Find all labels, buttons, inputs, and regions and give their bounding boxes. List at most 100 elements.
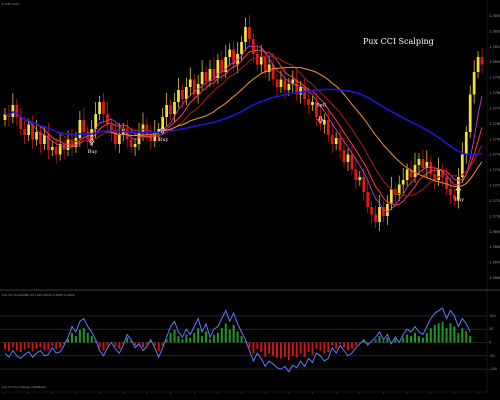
buy-signal-label: Buy bbox=[88, 149, 98, 155]
chart-canvas[interactable]: E M30 Gold Pux CCI Scalping 1.3830 1.3820… bbox=[0, 0, 500, 400]
candle-body bbox=[472, 72, 476, 95]
candle-body bbox=[330, 135, 334, 144]
candle-body bbox=[50, 147, 54, 150]
price-tick-label: 1.3780 bbox=[489, 91, 500, 95]
candle-body bbox=[255, 54, 259, 65]
candle-body bbox=[275, 79, 279, 87]
candle-body bbox=[445, 177, 448, 189]
candle-body bbox=[307, 99, 310, 105]
candle-body bbox=[322, 120, 326, 125]
candle-body bbox=[378, 207, 381, 222]
candle-body bbox=[173, 102, 176, 114]
candle-body bbox=[401, 180, 405, 185]
candle-body bbox=[366, 192, 370, 207]
candles-layer bbox=[3, 15, 484, 231]
candle-body bbox=[19, 117, 23, 129]
candle-body bbox=[389, 189, 393, 204]
candle-body bbox=[405, 169, 409, 180]
price-tick-label: 1.3770 bbox=[489, 106, 500, 110]
candle-body bbox=[354, 169, 358, 180]
candle-body bbox=[476, 57, 480, 72]
candle-body bbox=[283, 79, 287, 90]
candle-body bbox=[346, 154, 350, 162]
symbol-label: E M30 Gold bbox=[2, 2, 19, 6]
cci-level-label: 100 bbox=[489, 314, 496, 318]
candle-body bbox=[82, 120, 86, 132]
price-tick-label: 1.3740 bbox=[489, 153, 500, 157]
candle-body bbox=[244, 27, 247, 42]
candle-body bbox=[421, 159, 425, 168]
candle-body bbox=[181, 90, 184, 99]
candle-body bbox=[54, 147, 58, 155]
chart-title: Pux CCI Scalping bbox=[363, 37, 434, 46]
candle-body bbox=[263, 57, 267, 72]
candle-body bbox=[117, 135, 121, 144]
candle-body bbox=[200, 72, 204, 84]
price-tick-label: 1.3810 bbox=[489, 45, 500, 49]
candle-body bbox=[370, 207, 374, 215]
indicator-header: Pux CCI SCALPING 14 (100.0000) 0.0000 0.… bbox=[2, 293, 75, 297]
candle-body bbox=[386, 204, 389, 216]
candle-body bbox=[78, 120, 82, 138]
price-tick-label: 1.3790 bbox=[489, 76, 500, 80]
candle-body bbox=[374, 214, 377, 222]
price-axis: 1.3830 1.3820 1.3810 1.3800 1.3790 1.3780 1.37… bbox=[489, 14, 500, 280]
price-tick-label: 1.3660 bbox=[489, 276, 500, 280]
price-tick-label: 1.3720 bbox=[489, 184, 500, 188]
candle-body bbox=[141, 124, 145, 132]
moving-averages-layer bbox=[4, 45, 483, 213]
price-tick-label: 1.3800 bbox=[489, 60, 500, 64]
candle-body bbox=[133, 144, 137, 147]
indicator-footer: Pux CCI Pro Sweep (ab0Nash) bbox=[2, 385, 47, 389]
price-tick-label: 1.3670 bbox=[489, 261, 500, 265]
price-tick-label: 1.3680 bbox=[489, 245, 500, 249]
price-tick-label: 1.3820 bbox=[489, 29, 500, 33]
price-tick-label: 1.3760 bbox=[489, 122, 500, 126]
candle-body bbox=[11, 105, 15, 117]
candle-body bbox=[362, 177, 366, 192]
cci-level-label: -100 bbox=[489, 367, 497, 371]
candle-body bbox=[279, 79, 283, 87]
candle-body bbox=[326, 120, 330, 135]
candle-body bbox=[248, 27, 251, 39]
candle-body bbox=[413, 165, 417, 177]
candle-body bbox=[311, 102, 314, 105]
candle-body bbox=[27, 124, 31, 135]
trading-chart-window: E M30 Gold Pux CCI Scalping 1.3830 1.3820… bbox=[0, 0, 500, 400]
candle-body bbox=[169, 105, 172, 114]
price-tick-label: 1.3730 bbox=[489, 168, 500, 172]
candle-body bbox=[177, 90, 180, 102]
price-tick-label: 1.3750 bbox=[489, 137, 500, 141]
candle-body bbox=[129, 139, 133, 147]
candle-body bbox=[334, 138, 338, 144]
candle-body bbox=[98, 102, 101, 114]
candle-body bbox=[184, 87, 188, 99]
candle-body bbox=[35, 132, 38, 140]
buy-signal-label: Buy bbox=[159, 137, 169, 143]
candle-body bbox=[259, 57, 263, 65]
candle-body bbox=[188, 79, 192, 87]
buy-signal-label: Buy bbox=[454, 197, 464, 203]
ma-fast-line bbox=[4, 49, 483, 206]
candle-body bbox=[15, 105, 19, 117]
candle-body bbox=[204, 72, 208, 81]
ma-purple-line bbox=[4, 45, 483, 213]
candle-body bbox=[287, 84, 291, 90]
time-axis bbox=[4, 392, 479, 394]
candle-body bbox=[106, 114, 109, 125]
cci-level-label: -50 bbox=[489, 354, 495, 358]
candle-body bbox=[165, 105, 168, 117]
candle-body bbox=[212, 69, 216, 78]
candle-body bbox=[23, 129, 27, 135]
ma-slow-line bbox=[4, 66, 483, 188]
candle-body bbox=[102, 102, 105, 114]
signals-layer: Buy Buy Sell Buy bbox=[88, 103, 465, 204]
candle-body bbox=[208, 69, 212, 81]
candle-body bbox=[342, 150, 346, 162]
price-tick-label: 1.3710 bbox=[489, 199, 500, 203]
cci-level-label: 50 bbox=[489, 327, 493, 331]
candle-body bbox=[228, 49, 232, 57]
candle-body bbox=[468, 94, 472, 132]
candle-body bbox=[338, 138, 342, 150]
price-tick-label: 1.3690 bbox=[489, 230, 500, 234]
